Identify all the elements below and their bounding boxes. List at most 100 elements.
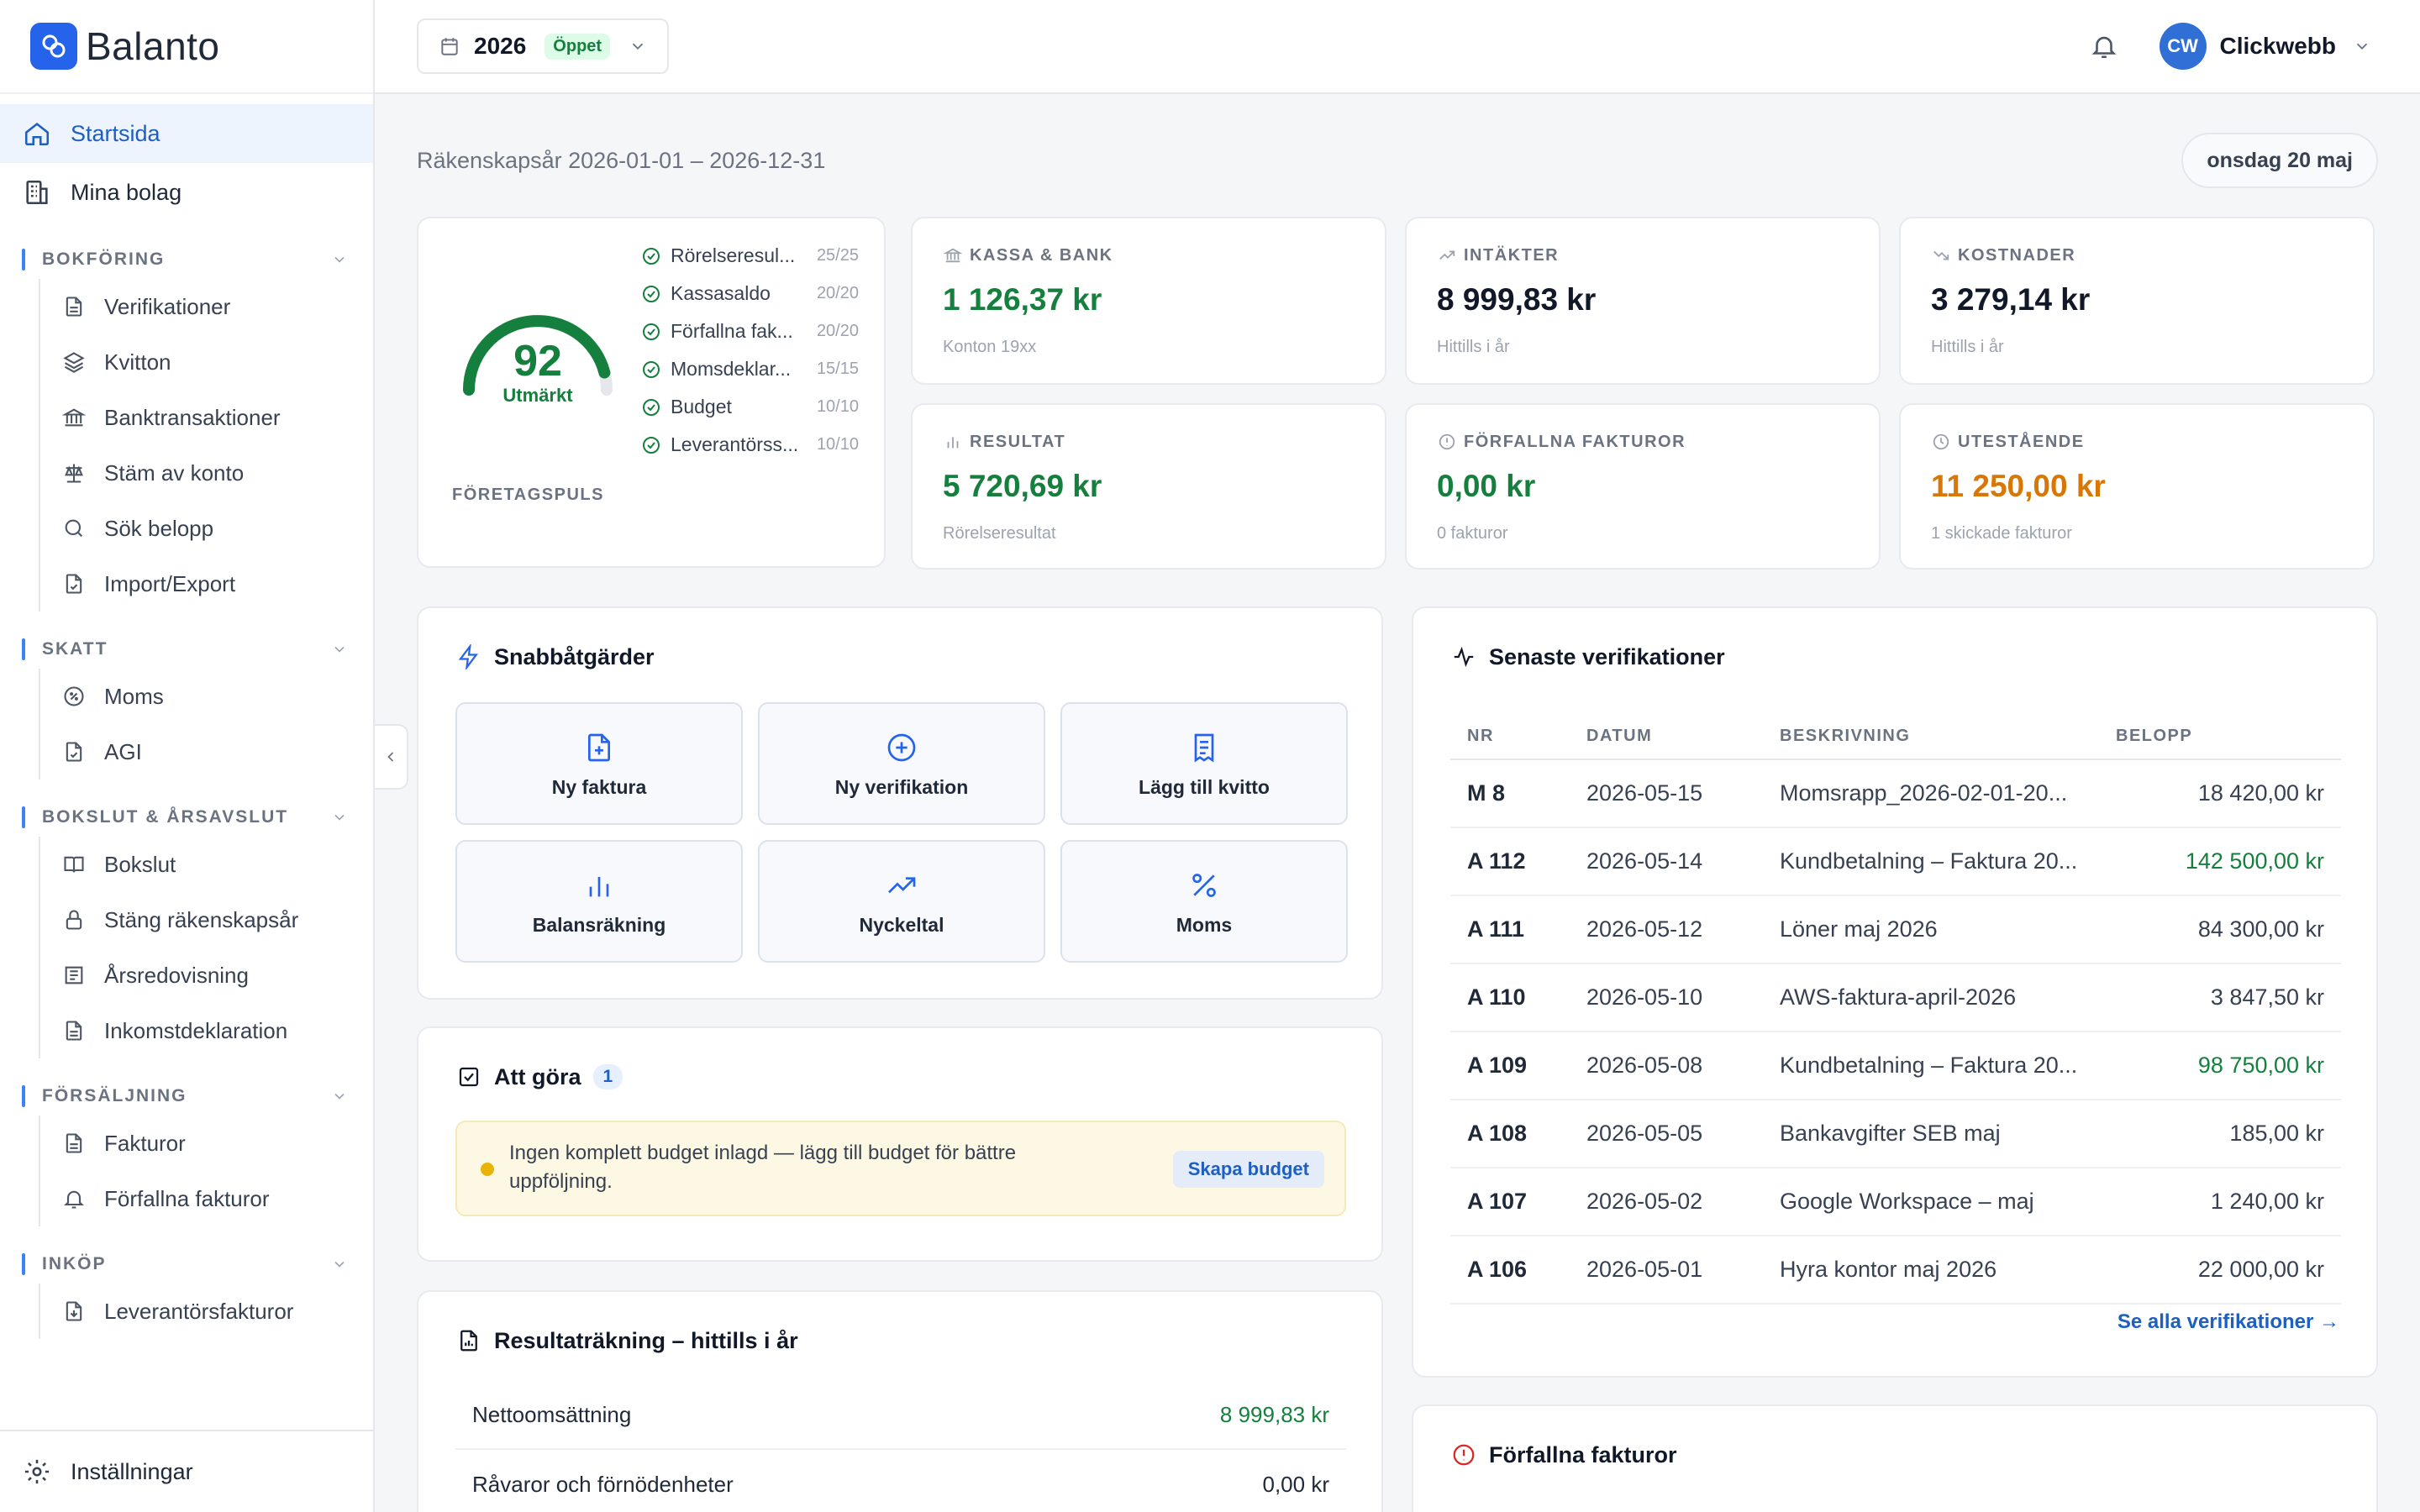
column-header: BELOPP	[2099, 714, 2341, 760]
chevron-down-icon	[334, 646, 345, 653]
kpi-value: 1 126,37 kr	[943, 282, 1102, 317]
kpi-card-forfallna-fakturor[interactable]: FÖRFALLNA FAKTUROR 0,00 kr 0 fakturor	[1405, 403, 1881, 570]
kpi-card-kostnader[interactable]: KOSTNADER 3 279,14 kr Hittills i år	[1899, 217, 2375, 385]
new-verification-button[interactable]: Ny verifikation	[758, 702, 1045, 825]
alert-circle-icon	[1437, 432, 1457, 452]
cell-amount: 98 750,00 kr	[2099, 1032, 2341, 1100]
sidebar-item-mina-bolag[interactable]: Mina bolag	[0, 163, 373, 222]
sidebar-item-installningar[interactable]: Inställningar	[0, 1430, 373, 1512]
percent-icon	[1186, 867, 1223, 904]
sidebar-item-fakturor[interactable]: Fakturor	[60, 1116, 373, 1171]
table-row[interactable]: A 109 2026-05-08 Kundbetalning – Faktura 2…	[1450, 1032, 2341, 1100]
cell-date: 2026-05-10	[1570, 963, 1763, 1032]
table-row[interactable]: A 107 2026-05-02 Google Workspace – maj 1 2…	[1450, 1168, 2341, 1236]
kpi-value: 8 999,83 kr	[1437, 282, 1597, 317]
section-header-bokforing[interactable]: BOKFÖRING	[0, 240, 373, 279]
trending-up-icon	[1437, 245, 1457, 265]
sidebar-item-arsredovisning[interactable]: Årsredovisning	[60, 948, 373, 1003]
cell-desc: AWS-faktura-april-2026	[1763, 963, 2099, 1032]
sidebar-item-verifikationer[interactable]: Verifikationer	[60, 279, 373, 334]
sidebar-item-leverantorsfakturor[interactable]: Leverantörsfakturor	[60, 1284, 373, 1339]
sidebar-item-inkomstdeklaration[interactable]: Inkomstdeklaration	[60, 1003, 373, 1058]
sidebar-item-agi[interactable]: AGI	[60, 724, 373, 780]
cell-amount: 185,00 kr	[2099, 1100, 2341, 1168]
cell-desc: Momsrapp_2026-02-01-20...	[1763, 759, 2099, 828]
todo-item: Ingen komplett budget inlagd — lägg till…	[455, 1121, 1346, 1216]
pulse-check-item: Momsdeklar... 15/15	[640, 350, 859, 388]
section-header-inkop[interactable]: INKÖP	[0, 1245, 373, 1284]
file-transfer-icon	[60, 570, 87, 597]
document-icon	[60, 1017, 87, 1044]
selected-year: 2026	[474, 33, 527, 59]
vat-button[interactable]: Moms	[1060, 840, 1348, 963]
cell-desc: Kundbetalning – Faktura 20...	[1763, 827, 2099, 896]
fiscal-year-selector[interactable]: 2026 Öppet	[417, 18, 670, 74]
book-icon	[60, 851, 87, 878]
card-title: Att göra	[494, 1063, 581, 1089]
sidebar-item-forfallna-fakturor[interactable]: Förfallna fakturor	[60, 1171, 373, 1226]
kpi-card-kassa-bank[interactable]: KASSA & BANK 1 126,37 kr Konton 19xx	[911, 217, 1386, 385]
sidebar: Balanto Startsida Mina bolag BOKFÖRING V…	[0, 0, 375, 1512]
sidebar-item-stam-av-konto[interactable]: Stäm av konto	[60, 445, 373, 501]
sidebar-item-sok-belopp[interactable]: Sök belopp	[60, 501, 373, 556]
kpi-sub: Hittills i år	[1437, 338, 1510, 356]
bell-icon	[60, 1185, 87, 1212]
pulse-check-item: Budget 10/10	[640, 388, 859, 426]
table-row[interactable]: M 8 2026-05-15 Momsrapp_2026-02-01-20... 18…	[1450, 759, 2341, 828]
cell-amount: 84 300,00 kr	[2099, 895, 2341, 964]
section-skatt: SKATT Moms AGI	[0, 630, 373, 780]
sidebar-item-kvitton[interactable]: Kvitton	[60, 334, 373, 390]
card-title: Resultaträkning – hittills i år	[494, 1327, 798, 1353]
cell-desc: Kundbetalning – Faktura 20...	[1763, 1032, 2099, 1100]
gear-icon	[22, 1457, 52, 1487]
table-row[interactable]: A 112 2026-05-14 Kundbetalning – Faktura 2…	[1450, 827, 2341, 896]
cell-nr: A 106	[1450, 1236, 1570, 1305]
logo[interactable]: Balanto	[0, 0, 373, 94]
table-row[interactable]: A 111 2026-05-12 Löner maj 2026 84 300,00 k…	[1450, 895, 2341, 964]
income-row: Råvaror och förnödenheter 0,00 kr	[472, 1471, 1329, 1497]
notifications-button[interactable]	[2087, 29, 2121, 63]
cell-date: 2026-05-01	[1570, 1236, 1763, 1305]
warning-dot	[481, 1163, 494, 1176]
section-header-skatt[interactable]: SKATT	[0, 630, 373, 669]
sidebar-top-nav: Startsida Mina bolag	[0, 94, 373, 222]
new-invoice-button[interactable]: Ny faktura	[455, 702, 743, 825]
pulse-check-item: Kassasaldo 20/20	[640, 275, 859, 312]
section-header-forsaljning[interactable]: FÖRSÄLJNING	[0, 1077, 373, 1116]
percent-circle-icon	[60, 683, 87, 710]
sidebar-item-banktransaktioner[interactable]: Banktransaktioner	[60, 390, 373, 445]
cell-amount: 1 240,00 kr	[2099, 1168, 2341, 1236]
table-row[interactable]: A 110 2026-05-10 AWS-faktura-april-2026 3 8…	[1450, 963, 2341, 1032]
check-circle-icon	[640, 321, 662, 343]
kpi-card-utestaende[interactable]: UTESTÅENDE 11 250,00 kr 1 skickade faktu…	[1899, 403, 2375, 570]
sidebar-collapse-button[interactable]	[375, 724, 408, 790]
sidebar-item-moms[interactable]: Moms	[60, 669, 373, 724]
search-icon	[60, 515, 87, 542]
sidebar-item-startsida[interactable]: Startsida	[0, 104, 373, 163]
kpi-card-intakter[interactable]: INTÄKTER 8 999,83 kr Hittills i år	[1405, 217, 1881, 385]
key-figures-button[interactable]: Nyckeltal	[758, 840, 1045, 963]
lock-icon	[60, 906, 87, 933]
chevron-down-icon	[334, 1093, 345, 1100]
document-icon	[60, 293, 87, 320]
cell-amount: 22 000,00 kr	[2099, 1236, 2341, 1305]
kpi-card-resultat[interactable]: RESULTAT 5 720,69 kr Rörelseresultat	[911, 403, 1386, 570]
income-statement-card: Resultaträkning – hittills i år Nettooms…	[417, 1290, 1383, 1512]
cell-nr: A 107	[1450, 1168, 1570, 1236]
sidebar-item-bokslut[interactable]: Bokslut	[60, 837, 373, 892]
sidebar-item-stang-rakenskapsar[interactable]: Stäng räkenskapsår	[60, 892, 373, 948]
sidebar-item-import-export[interactable]: Import/Export	[60, 556, 373, 612]
see-all-verifications-link[interactable]: Se alla verifikationer →	[2118, 1310, 2339, 1334]
bank-icon	[943, 245, 963, 265]
add-receipt-button[interactable]: Lägg till kvitto	[1060, 702, 1348, 825]
table-row[interactable]: A 108 2026-05-05 Bankavgifter SEB maj 185,0…	[1450, 1100, 2341, 1168]
cell-nr: A 109	[1450, 1032, 1570, 1100]
user-menu[interactable]: CW Clickwebb	[2159, 23, 2371, 70]
company-pulse-card[interactable]: 92 Utmärkt FÖRETAGSPULS Rörelseresul... 2…	[417, 217, 886, 568]
pulse-score: 92	[513, 337, 562, 386]
chevron-down-icon	[334, 1261, 345, 1268]
section-header-bokslut[interactable]: BOKSLUT & ÅRSAVSLUT	[0, 798, 373, 837]
table-row[interactable]: A 106 2026-05-01 Hyra kontor maj 2026 22 00…	[1450, 1236, 2341, 1305]
create-budget-button[interactable]: Skapa budget	[1172, 1151, 1324, 1188]
balance-sheet-button[interactable]: Balansräkning	[455, 840, 743, 963]
